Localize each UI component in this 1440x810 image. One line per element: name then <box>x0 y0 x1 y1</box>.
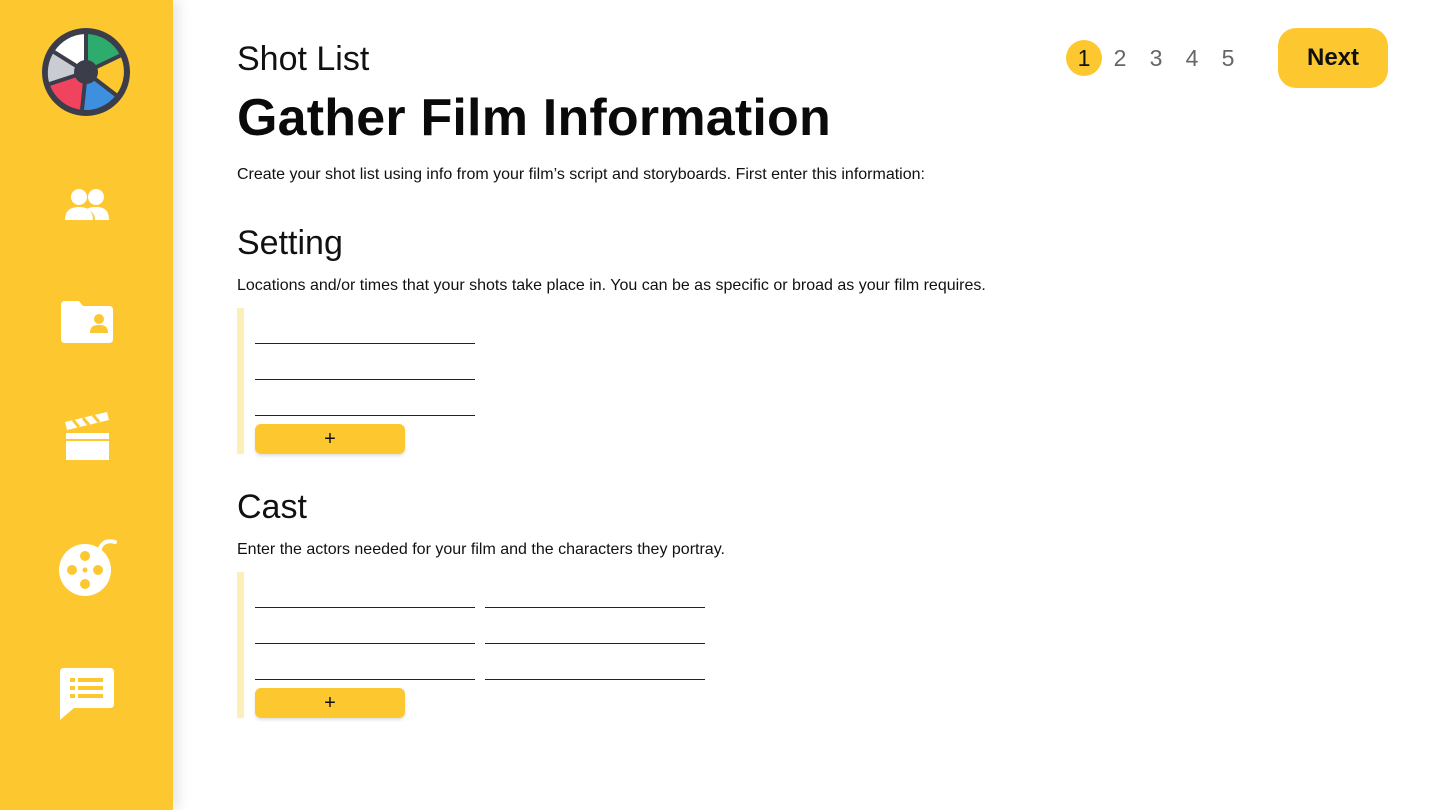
sidebar-item-film-reel[interactable] <box>0 524 173 604</box>
actor-input-3[interactable] <box>255 650 475 680</box>
setting-title: Setting <box>237 224 343 262</box>
sidebar-item-clapperboard[interactable] <box>0 396 173 476</box>
add-cast-button[interactable]: + <box>255 688 405 718</box>
character-input-2[interactable] <box>485 614 705 644</box>
page-eyebrow: Shot List <box>237 40 370 78</box>
next-button[interactable]: Next <box>1278 28 1388 88</box>
character-input-1[interactable] <box>485 578 705 608</box>
actor-input-1[interactable] <box>255 578 475 608</box>
setting-row <box>255 380 475 416</box>
cast-fields: + <box>237 572 705 718</box>
setting-input-3[interactable] <box>255 386 475 416</box>
chat-list-icon <box>59 668 114 720</box>
stepper: 1 2 3 4 5 <box>1066 40 1246 76</box>
step-5[interactable]: 5 <box>1210 40 1246 76</box>
character-input-3[interactable] <box>485 650 705 680</box>
setting-input-1[interactable] <box>255 314 475 344</box>
folder-contact-icon <box>60 301 113 343</box>
cast-row <box>255 572 705 608</box>
step-3[interactable]: 3 <box>1138 40 1174 76</box>
sidebar-item-comments[interactable] <box>0 654 173 734</box>
setting-row <box>255 344 475 380</box>
step-2[interactable]: 2 <box>1102 40 1138 76</box>
sidebar-item-folder[interactable] <box>0 282 173 362</box>
cast-row <box>255 608 705 644</box>
actor-input-2[interactable] <box>255 614 475 644</box>
main-content: Shot List Gather Film Information Create… <box>173 0 1440 810</box>
page-intro: Create your shot list using info from yo… <box>237 166 925 183</box>
people-icon <box>64 189 109 220</box>
setting-fields: + <box>237 308 475 454</box>
cast-description: Enter the actors needed for your film an… <box>237 541 725 558</box>
setting-input-2[interactable] <box>255 350 475 380</box>
cast-title: Cast <box>237 488 307 526</box>
cast-row <box>255 644 705 680</box>
step-1[interactable]: 1 <box>1066 40 1102 76</box>
add-setting-button[interactable]: + <box>255 424 405 454</box>
camera-aperture-logo[interactable] <box>40 26 132 118</box>
clapperboard-icon <box>64 412 109 460</box>
step-4[interactable]: 4 <box>1174 40 1210 76</box>
sidebar-item-people[interactable] <box>0 166 173 246</box>
setting-row <box>255 308 475 344</box>
setting-description: Locations and/or times that your shots t… <box>237 277 986 294</box>
film-reel-icon <box>58 539 117 596</box>
sidebar <box>0 0 173 810</box>
page-title: Gather Film Information <box>237 89 831 147</box>
